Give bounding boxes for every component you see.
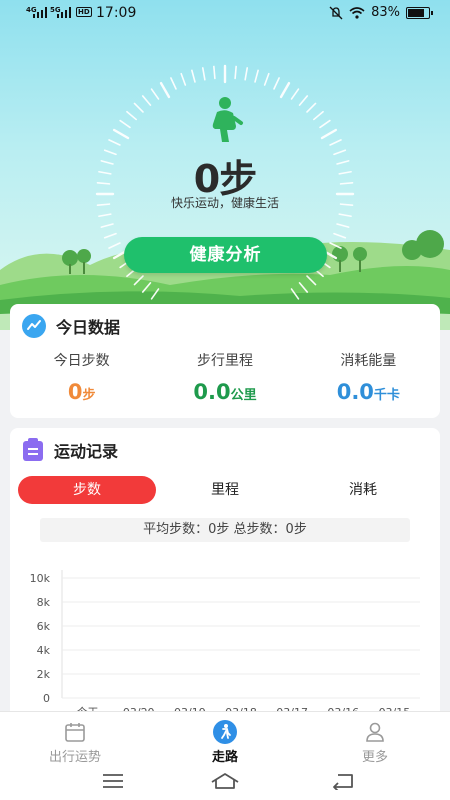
battery-percent: 83% [371, 5, 400, 20]
dial-tick [313, 110, 324, 121]
dial-tick [103, 232, 117, 239]
dial-tick [133, 275, 144, 286]
dial-tick [112, 128, 130, 140]
dial-tick [150, 288, 160, 300]
bottom-nav: 出行运势 走路 更多 [0, 711, 450, 765]
menu-icon[interactable] [102, 772, 124, 790]
walk-icon [213, 720, 237, 744]
hd-badge: HD [76, 7, 92, 17]
dial-tick [180, 72, 187, 86]
dial-tick [333, 232, 347, 239]
dial-tick [119, 119, 131, 129]
dial-tick [329, 139, 342, 146]
dial-tick [170, 77, 177, 90]
steps-bar-chart: 02k4k6k8k10k今天03/2003/1903/1803/1703/160… [30, 570, 420, 718]
dial-tick [98, 213, 112, 218]
metric-unit: 千卡 [373, 388, 400, 403]
tab-distance[interactable]: 里程 [156, 476, 294, 504]
dial-tick [150, 88, 160, 100]
chart-y-tick-label: 2k [37, 668, 51, 681]
records-summary: 平均步数：0步 总步数：0步 [40, 518, 410, 542]
dial-tick [263, 72, 270, 86]
nav-item-walk[interactable]: 走路 [150, 712, 300, 765]
metric-label: 今日步数 [53, 353, 110, 369]
dial-tick [254, 69, 259, 83]
dial-tick [201, 67, 206, 81]
walking-person-icon [212, 97, 243, 142]
back-icon[interactable] [332, 772, 354, 790]
dial-tick [279, 81, 291, 99]
health-analysis-button[interactable]: 健康分析 [124, 237, 327, 273]
chart-y-tick-label: 8k [37, 596, 51, 609]
home-icon[interactable] [210, 772, 240, 790]
tab-energy[interactable]: 消耗 [294, 476, 432, 504]
metric-value: 0.0 [193, 380, 231, 404]
metric-value: 0 [67, 380, 83, 404]
status-bar: 4G 5G HD 17:09 83% [0, 0, 450, 28]
dial-tick [108, 139, 121, 146]
dial-tick [108, 242, 121, 249]
metric-energy: 消耗能量 0.0千卡 [297, 350, 440, 404]
dial-tick [191, 69, 196, 83]
metric-distance: 步行里程 0.0公里 [153, 350, 296, 404]
wifi-icon [349, 6, 365, 19]
dial-tick [336, 223, 350, 228]
nav-item-travel-fortune[interactable]: 出行运势 [0, 712, 150, 765]
dial-tick [298, 282, 309, 293]
status-time: 17:09 [96, 5, 137, 21]
mute-icon [329, 6, 343, 19]
metric-unit: 步 [82, 388, 96, 403]
metric-label: 步行里程 [196, 353, 253, 369]
tab-steps[interactable]: 步数 [18, 476, 156, 504]
calendar-icon [65, 723, 85, 742]
dial-tick [298, 95, 309, 106]
dial-tick [273, 77, 280, 90]
dial-tick [100, 223, 114, 228]
records-title: 运动记录 [54, 442, 119, 461]
dial-tick [320, 128, 338, 140]
exercise-records-card: 运动记录 步数 里程 消耗 平均步数：0步 总步数：0步 0 2k 4k 6k 8k 10… [10, 428, 440, 718]
nav-item-more[interactable]: 更多 [300, 712, 450, 765]
metric-unit: 公里 [230, 388, 257, 403]
dial-tick [290, 88, 300, 100]
trend-icon [22, 314, 46, 338]
records-tabs: 步数 里程 消耗 [18, 476, 432, 504]
dial-tick [244, 67, 249, 81]
chart-y-tick-label: 6k [37, 620, 51, 633]
clipboard-icon [23, 438, 43, 461]
dial-tick [338, 213, 352, 218]
user-icon [366, 722, 384, 742]
today-data-title: 今日数据 [56, 318, 121, 337]
dial-tick [141, 282, 152, 293]
chart-y-tick-label: 10k [30, 572, 51, 585]
chart-y-tick-label: 4k [37, 644, 51, 657]
dial-tick [234, 65, 237, 80]
dial-tick [319, 119, 331, 129]
dial-tick [290, 288, 300, 300]
dial-tick [213, 65, 216, 80]
hero-section: 4G 5G HD 17:09 83% 0步 快乐运动，健康生活 健康分析 [0, 0, 450, 330]
slogan-text: 快乐运动，健康生活 [170, 196, 279, 210]
dial-tick [133, 102, 144, 113]
chart-y-tick-label: 0 [43, 692, 50, 705]
signal-bars-icon [57, 6, 73, 18]
dial-tick [141, 95, 152, 106]
metric-value: 0.0 [336, 380, 374, 404]
today-data-card: 今日数据 今日步数 0步 步行里程 0.0公里 消耗能量 0.0千卡 [10, 304, 440, 418]
battery-icon [406, 6, 433, 19]
dial-tick [306, 275, 317, 286]
metric-steps: 今日步数 0步 [10, 350, 153, 404]
nav-label: 更多 [361, 750, 388, 765]
nav-label: 出行运势 [48, 750, 101, 765]
dial-tick [126, 110, 137, 121]
metric-label: 消耗能量 [340, 353, 397, 369]
dial-tick [329, 242, 342, 249]
dial-tick [159, 81, 171, 99]
dial-tick [306, 102, 317, 113]
nav-label: 走路 [211, 750, 238, 765]
system-nav-bar [0, 764, 450, 800]
signal-bars-icon [33, 6, 49, 18]
